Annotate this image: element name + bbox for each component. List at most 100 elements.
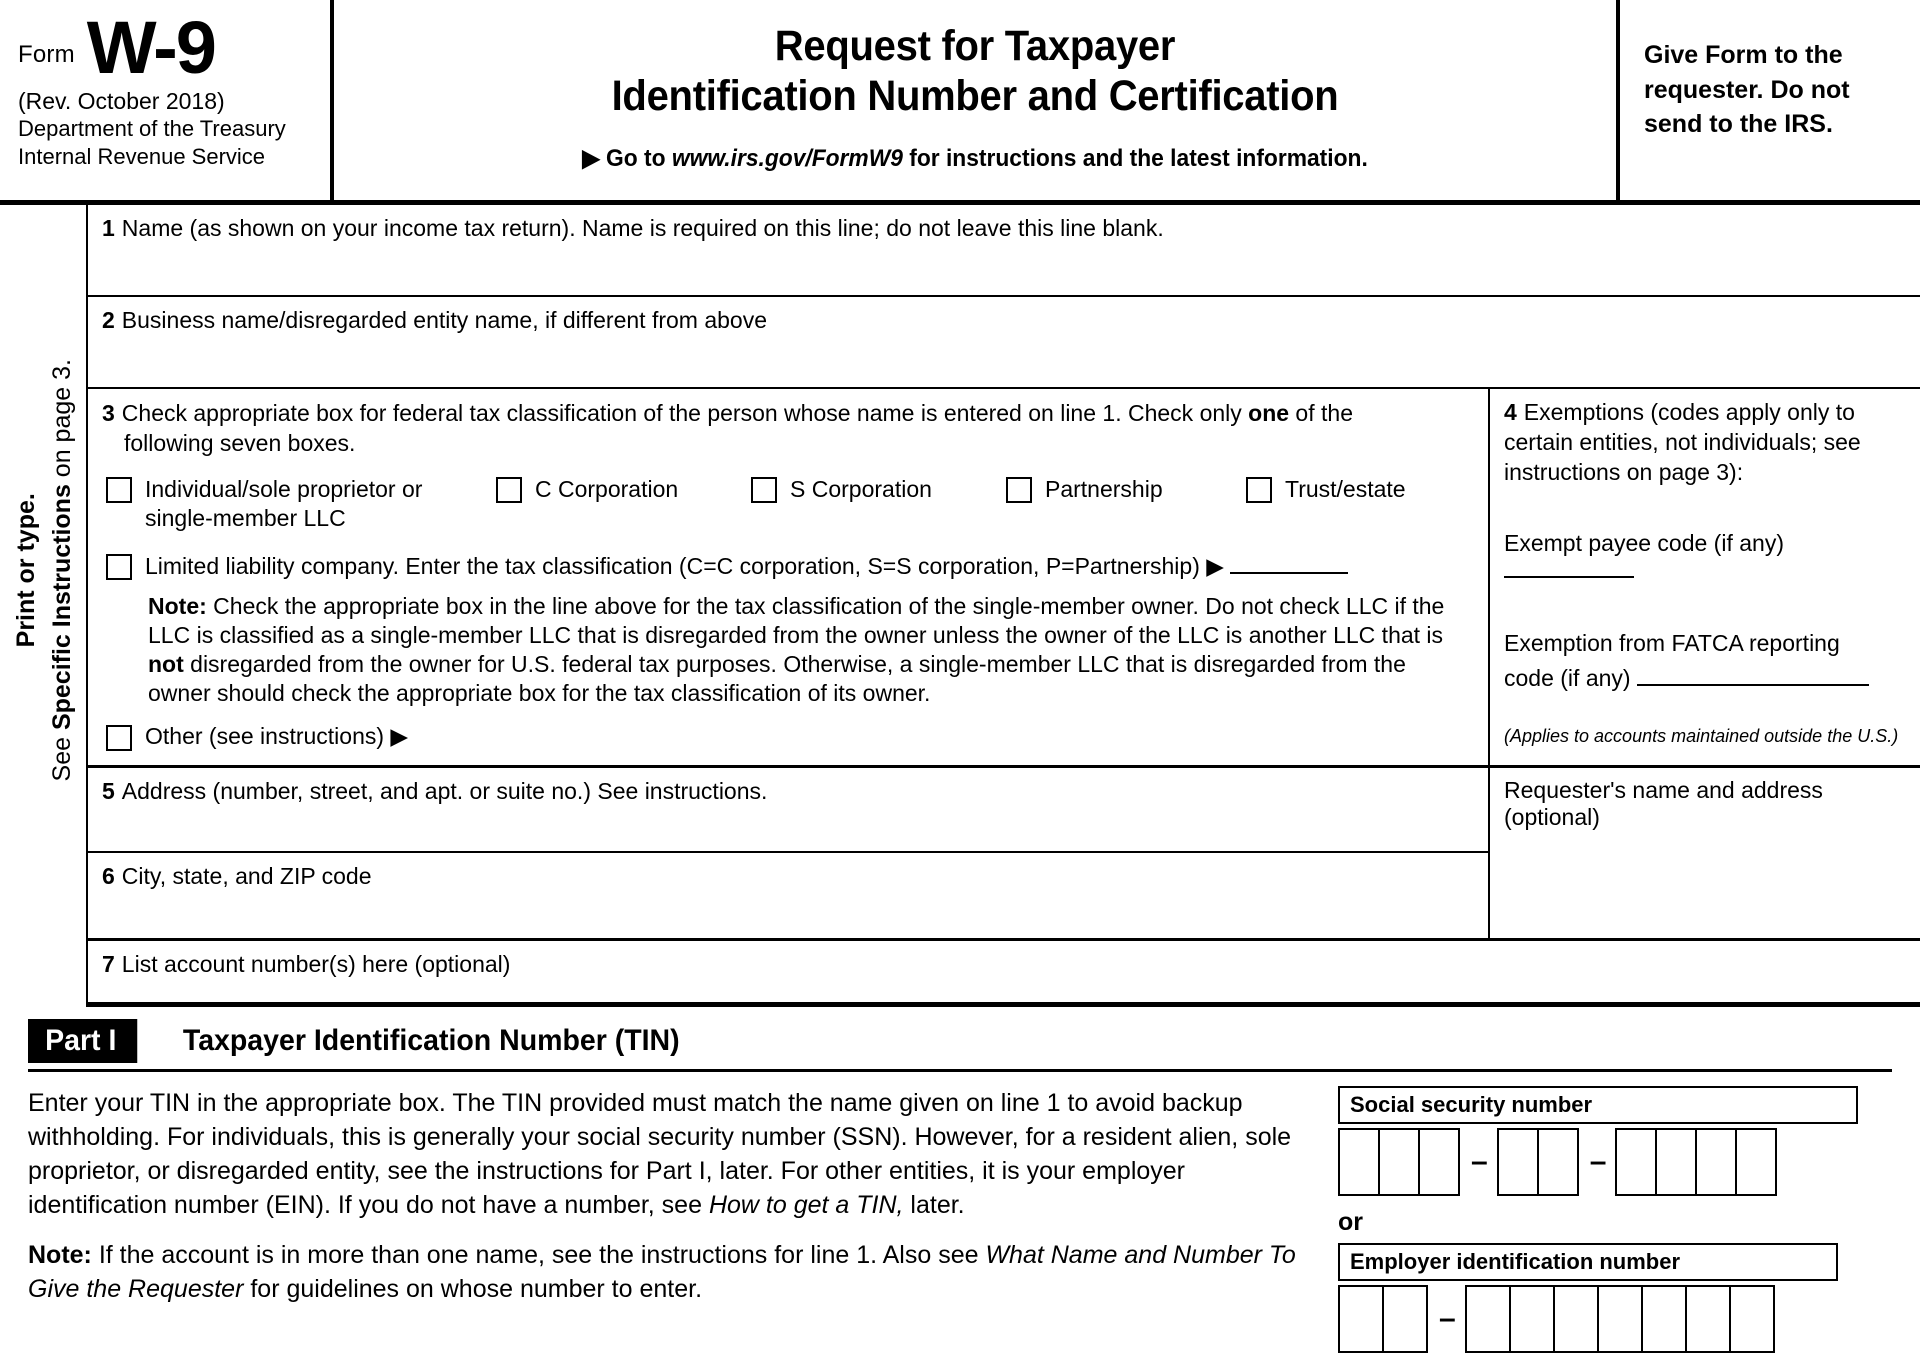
form-number: W-9 [86,6,217,89]
fatca-label-line-2: code (if any) [1504,664,1631,691]
checkbox-box-icon[interactable] [106,724,132,751]
ssn-digit-box[interactable] [1496,1128,1539,1197]
requester-label: Requester's name and address (optional) [1504,777,1823,831]
part-1-note-tail: for guidelines on whose number to enter. [243,1275,703,1304]
field-row-business-name[interactable]: 2 Business name/disregarded entity name, … [88,297,1920,389]
ssn-separator-dash: – [1589,1145,1607,1179]
line-2-label: Business name/disregarded entity name, i… [121,307,767,333]
line-5-label: Address (number, street, and apt. or sui… [121,778,768,805]
line-7-label: List account number(s) here (optional) [121,951,511,978]
ein-digit-box[interactable] [1552,1285,1599,1353]
ein-digit-box[interactable] [1382,1285,1428,1353]
tin-entry-boxes: Social security number – – or Employer i… [1318,1086,1896,1353]
form-body: Print or type. See Specific Instructions… [0,205,1920,1008]
part-1-title: Taxpayer Identification Number (TIN) [182,1024,680,1058]
fatca-label-line-1: Exemption from FATCA reporting [1504,629,1840,656]
checkbox-other[interactable]: Other (see instructions) ▶ [88,708,1488,761]
part-1-instructions: Enter your TIN in the appropriate box. T… [28,1086,1318,1353]
ssn-box-grid[interactable]: – – [1338,1128,1896,1197]
ein-digit-box[interactable] [1728,1285,1775,1353]
checkbox-s-corporation-label: S Corporation [790,475,932,502]
ssn-digit-box[interactable] [1536,1128,1579,1197]
part-1-body-tail: later. [903,1191,965,1220]
line-5-number: 5 [102,778,115,805]
form-revision-date: (Rev. October 2018) [18,87,225,114]
line-6-number: 6 [102,863,115,890]
fatca-code-input[interactable] [1636,666,1869,686]
fields-column: 1 Name (as shown on your income tax retur… [88,205,1920,1008]
field-row-city-state-zip[interactable]: 6 City, state, and ZIP code [88,853,1488,938]
sidebar-print-or-type: Print or type. [11,492,40,648]
line-7-number: 7 [102,951,115,978]
w9-form-page: Form W-9 (Rev. October 2018) Department … [0,0,1920,1353]
checkbox-individual-sole-proprietor[interactable]: Individual/sole proprietor or single-mem… [106,475,496,534]
checkbox-box-icon[interactable] [751,476,777,503]
checkbox-partnership-label: Partnership [1045,475,1163,502]
department-line-2: Internal Revenue Service [18,144,266,170]
checkbox-partnership[interactable]: Partnership [1006,475,1246,504]
part-1-badge: Part I [28,1019,138,1064]
give-form-note: Give Form to the requester. Do not send … [1644,41,1850,138]
part-1-note-bold: Note: [28,1241,92,1270]
checkbox-individual-label-line-1: Individual/sole proprietor or [145,475,423,502]
form-title-line-2: Identification Number and Certification [611,71,1339,120]
form-label: Form [18,40,75,68]
ssn-separator-dash: – [1471,1145,1488,1179]
field-row-account-numbers[interactable]: 7 List account number(s) here (optional) [88,941,1920,1008]
sidebar-suffix: on page 3. [48,358,77,484]
ein-box-grid[interactable]: – [1338,1285,1896,1353]
irs-url[interactable]: www.irs.gov/FormW9 [672,145,903,172]
field-row-address-and-requester: 5 Address (number, street, and apt. or su… [88,768,1920,942]
ein-digit-box[interactable] [1684,1285,1731,1353]
line-3-head-part-1: Check appropriate box for federal tax cl… [121,400,1249,426]
ssn-digit-box[interactable] [1735,1128,1778,1197]
department-line-1: Department of the Treasury [18,116,286,142]
exemptions-section: 4 Exemptions (codes apply only to certain… [1490,389,1920,765]
print-or-type-sidebar: Print or type. See Specific Instructions… [0,205,88,1008]
line-1-number: 1 [102,215,115,241]
ein-separator-dash: – [1439,1302,1456,1336]
ein-digit-box[interactable] [1508,1285,1555,1353]
field-row-address[interactable]: 5 Address (number, street, and apt. or su… [88,768,1488,854]
checkbox-box-icon[interactable] [106,476,132,503]
checkbox-box-icon[interactable] [1246,476,1272,503]
checkbox-limited-liability-company[interactable]: Limited liability company. Enter the tax… [88,534,1488,581]
part-1-header-bar: Part I Taxpayer Identification Number (T… [28,1019,1920,1064]
field-requester-name-address[interactable]: Requester's name and address (optional) [1490,768,1920,938]
sidebar-bold: Specific Instructions [48,483,77,730]
checkbox-trust-estate[interactable]: Trust/estate [1246,475,1406,504]
ssn-digit-box[interactable] [1655,1128,1698,1197]
part-1-note-text: If the account is in more than one name,… [91,1241,986,1270]
exempt-payee-code-label: Exempt payee code (if any) [1504,529,1784,556]
part-1-body-text: Enter your TIN in the appropriate box. T… [28,1089,1292,1220]
line-3-head-line-2: following seven boxes. [124,429,356,456]
ein-digit-box[interactable] [1338,1285,1384,1353]
llc-note-paragraph: Note: Check the appropriate box in the l… [88,581,1488,708]
checkbox-box-icon[interactable] [1006,476,1032,503]
llc-tax-classification-input[interactable] [1229,555,1348,574]
checkbox-c-corporation[interactable]: C Corporation [496,475,751,504]
form-header: Form W-9 (Rev. October 2018) Department … [0,0,1920,200]
ein-digit-box[interactable] [1640,1285,1687,1353]
ssn-digit-box[interactable] [1418,1128,1460,1197]
ein-digit-box[interactable] [1596,1285,1643,1353]
exempt-payee-code-input[interactable] [1504,558,1634,578]
ein-digit-box[interactable] [1464,1285,1511,1353]
line-3-head-bold: one [1248,400,1290,426]
sidebar-specific-instructions: See Specific Instructions on page 3. [44,359,80,781]
sidebar-prefix: See [48,729,77,782]
checkbox-s-corporation[interactable]: S Corporation [751,475,1006,504]
llc-label: Limited liability company. Enter the tax… [145,552,1224,579]
fatca-applies-note: (Applies to accounts maintained outside … [1504,725,1899,746]
ssn-digit-box[interactable] [1695,1128,1738,1197]
part-1-section: Part I Taxpayer Identification Number (T… [0,1019,1920,1353]
ssn-digit-box[interactable] [1615,1128,1658,1197]
llc-note-text-1: Check the appropriate box in the line ab… [148,593,1445,649]
checkbox-box-icon[interactable] [496,476,522,503]
how-to-get-a-tin-italic: How to get a TIN, [708,1191,904,1220]
checkbox-box-icon[interactable] [106,553,132,580]
ssn-digit-box[interactable] [1378,1128,1420,1197]
irs-instructions-link-line: ▶ Go to www.irs.gov/FormW9 for instructi… [366,144,1584,173]
ssn-digit-box[interactable] [1338,1128,1380,1197]
field-row-name[interactable]: 1 Name (as shown on your income tax retur… [88,205,1920,297]
